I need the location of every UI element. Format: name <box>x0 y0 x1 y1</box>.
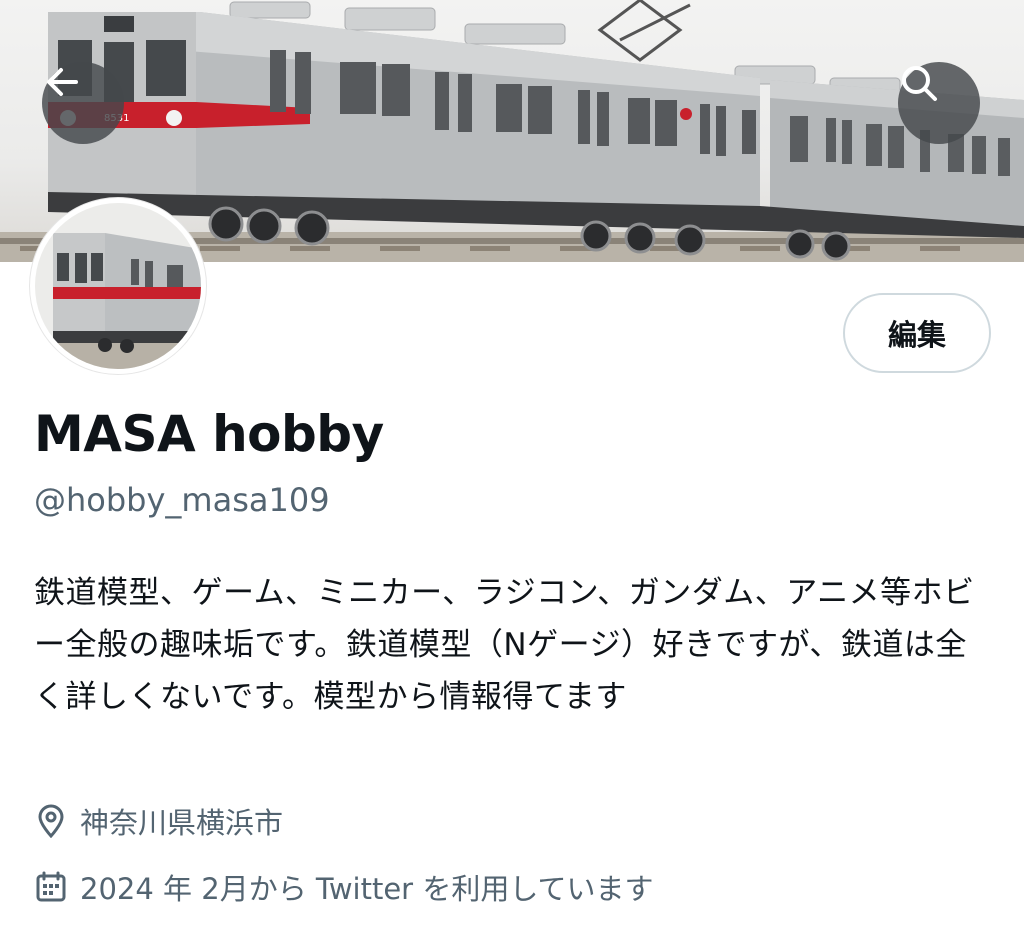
location-pin-icon <box>34 804 68 838</box>
search-button[interactable] <box>898 62 980 144</box>
avatar[interactable] <box>30 198 206 374</box>
calendar-icon <box>34 870 68 904</box>
profile-joined-date: 2024 年 2月から Twitter を利用しています <box>34 866 653 908</box>
profile-bio: 鉄道模型、ゲーム、ミニカー、ラジコン、ガンダム、アニメ等ホビー全般の趣味垢です。… <box>34 575 975 715</box>
joined-text: 2024 年 2月から Twitter を利用しています <box>80 872 654 906</box>
edit-profile-button[interactable]: 編集 <box>843 293 991 373</box>
back-button[interactable] <box>42 62 124 144</box>
display-name: MASA hobby <box>34 405 384 463</box>
user-handle: @hobby_masa109 <box>34 481 330 519</box>
search-icon <box>902 66 937 101</box>
arrow-left-icon <box>47 68 78 96</box>
profile-location: 神奈川県横浜市 <box>34 800 283 842</box>
location-text: 神奈川県横浜市 <box>80 806 284 840</box>
avatar-image <box>35 203 201 369</box>
